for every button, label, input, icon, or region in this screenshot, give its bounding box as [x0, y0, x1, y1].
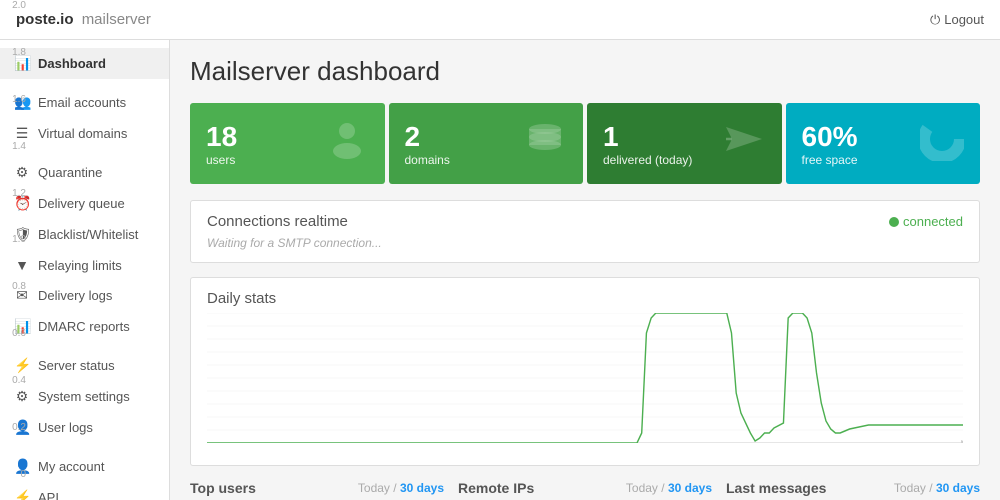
- sidebar-label-quarantine: Quarantine: [38, 165, 102, 180]
- logout-button[interactable]: ⏻ Logout: [930, 12, 984, 28]
- sidebar-label-my-account: My account: [38, 459, 104, 474]
- daily-stats-chart: [207, 313, 963, 443]
- app-name: mailserver: [82, 11, 151, 28]
- connections-title: Connections realtime: [207, 213, 348, 230]
- page-title: Mailserver dashboard: [190, 56, 980, 87]
- api-icon: ⚡: [14, 489, 30, 500]
- stat-card-users: 18 users: [190, 103, 385, 184]
- remote-ips-tab-today[interactable]: Today: [626, 481, 658, 495]
- connection-status: connected: [889, 214, 963, 229]
- top-users-panel: Top users Today / 30 days 👤 admin@poste.…: [190, 480, 444, 500]
- remote-ips-panel: Remote IPs Today / 30 days 🛡 ::1 localho…: [458, 480, 712, 500]
- stat-card-freespace: 60% free space: [786, 103, 981, 184]
- sidebar-label-email-accounts: Email accounts: [38, 95, 126, 110]
- chart-title: Daily stats: [207, 290, 963, 307]
- connections-subtitle: Waiting for a SMTP connection...: [207, 236, 963, 250]
- stat-cards: 18 users 2 domains: [190, 103, 980, 184]
- top-users-tab-today[interactable]: Today: [358, 481, 390, 495]
- sidebar-label-delivery-queue: Delivery queue: [38, 196, 125, 211]
- last-messages-tabs: Today / 30 days: [894, 481, 980, 495]
- brand: poste.io mailserver: [16, 11, 151, 28]
- logout-label: Logout: [944, 12, 984, 27]
- sidebar-label-delivery-logs: Delivery logs: [38, 288, 112, 303]
- main-content: Mailserver dashboard 18 users 2 dom: [170, 40, 1000, 500]
- top-users-tab-30days[interactable]: 30 days: [400, 481, 444, 495]
- status-label: connected: [903, 214, 963, 229]
- top-users-tabs: Today / 30 days: [358, 481, 444, 495]
- remote-ips-tabs: Today / 30 days: [626, 481, 712, 495]
- domains-label: domains: [405, 153, 450, 167]
- sidebar-label-relaying: Relaying limits: [38, 258, 122, 273]
- connections-box: Connections realtime connected Waiting f…: [190, 200, 980, 263]
- domains-icon: [523, 117, 567, 170]
- last-messages-panel: Last messages Today / 30 days 250 Messag…: [726, 480, 980, 500]
- delivered-icon: [722, 117, 766, 170]
- sidebar-label-server-status: Server status: [38, 358, 115, 373]
- last-messages-title: Last messages: [726, 480, 826, 496]
- sidebar-label-dashboard: Dashboard: [38, 56, 106, 71]
- topbar: poste.io mailserver ⏻ Logout: [0, 0, 1000, 40]
- last-messages-tab-today[interactable]: Today: [894, 481, 926, 495]
- sidebar-label-dmarc: DMARC reports: [38, 319, 130, 334]
- bottom-panels: Top users Today / 30 days 👤 admin@poste.…: [190, 480, 980, 500]
- freespace-icon: [920, 117, 964, 170]
- freespace-number: 60%: [802, 121, 858, 153]
- top-users-title: Top users: [190, 480, 256, 496]
- sidebar-label-blacklist: Blacklist/Whitelist: [38, 227, 138, 242]
- domains-number: 2: [405, 121, 450, 153]
- sidebar-label-system-settings: System settings: [38, 389, 130, 404]
- stat-card-delivered: 1 delivered (today): [587, 103, 782, 184]
- remote-ips-title: Remote IPs: [458, 480, 534, 496]
- logout-icon: ⏻: [930, 12, 940, 28]
- remote-ips-tab-30days[interactable]: 30 days: [668, 481, 712, 495]
- status-dot: [889, 217, 899, 227]
- sidebar-label-virtual-domains: Virtual domains: [38, 126, 127, 141]
- stat-card-domains: 2 domains: [389, 103, 584, 184]
- last-messages-tab-30days[interactable]: 30 days: [936, 481, 980, 495]
- sidebar-label-user-logs: User logs: [38, 420, 93, 435]
- users-icon: [325, 117, 369, 170]
- sidebar-label-api: API: [38, 490, 59, 500]
- delivered-number: 1: [603, 121, 692, 153]
- sidebar-item-api[interactable]: ⚡ API: [0, 482, 169, 500]
- delivered-label: delivered (today): [603, 153, 692, 167]
- freespace-label: free space: [802, 153, 858, 167]
- users-label: users: [206, 153, 237, 167]
- daily-stats-box: Daily stats 2.0 1.8 1.6 1.4 1.2 1.0 0.8 …: [190, 277, 980, 466]
- users-number: 18: [206, 121, 237, 153]
